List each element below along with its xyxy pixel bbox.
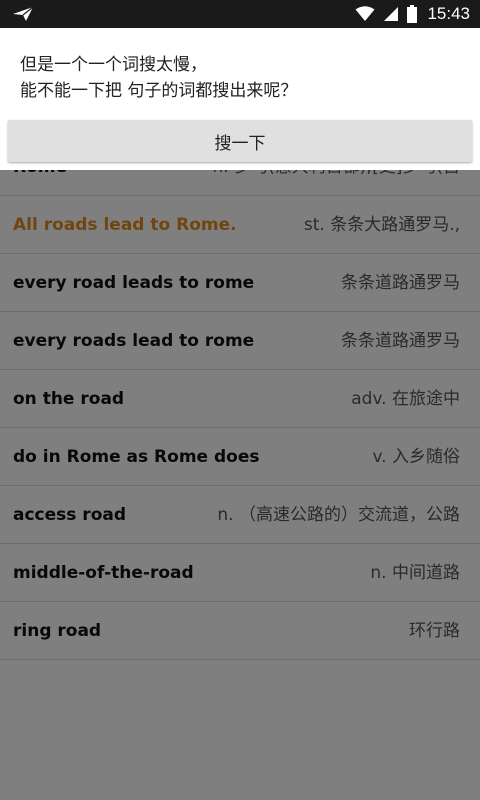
- result-english: access road: [13, 505, 127, 525]
- list-item[interactable]: access road n. （高速公路的）交流道，公路: [0, 486, 480, 544]
- result-english: every roads lead to rome: [13, 331, 255, 351]
- search-once-button[interactable]: 搜一下: [8, 120, 472, 162]
- result-english: every road leads to rome: [13, 273, 255, 293]
- result-chinese: 环行路: [409, 621, 460, 641]
- tip-line-1: 但是一个一个词搜太慢，: [20, 55, 207, 75]
- app-send-icon: [12, 5, 34, 23]
- result-chinese: v. 入乡随俗: [372, 447, 460, 467]
- result-chinese: 条条道路通罗马: [341, 331, 460, 351]
- results-list: Rome n. 罗马(意大利首都);[史]罗马(古 All roads lead…: [0, 138, 480, 800]
- result-chinese: 条条道路通罗马: [341, 273, 460, 293]
- result-english: ring road: [13, 621, 102, 641]
- screen: 15:43 Rome n. 罗马(意大利首都);[史]罗马(古 All road…: [0, 0, 480, 800]
- result-english: All roads lead to Rome.: [13, 215, 237, 235]
- tip-message: 但是一个一个词搜太慢， 能不能一下把 句子的词都搜出来呢？: [20, 52, 460, 104]
- status-bar: 15:43: [0, 0, 480, 28]
- list-item[interactable]: do in Rome as Rome does v. 入乡随俗: [0, 428, 480, 486]
- signal-icon: [383, 6, 399, 22]
- result-chinese: n. （高速公路的）交流道，公路: [217, 505, 460, 525]
- result-english: on the road: [13, 389, 125, 409]
- status-time: 15:43: [427, 4, 470, 23]
- list-item[interactable]: middle-of-the-road n. 中间道路: [0, 544, 480, 602]
- list-item-highlighted[interactable]: All roads lead to Rome. st. 条条大路通罗马.,: [0, 196, 480, 254]
- result-chinese: n. 中间道路: [370, 563, 460, 583]
- tip-line-2: 能不能一下把 句子的词都搜出来呢？: [20, 81, 298, 101]
- result-english: middle-of-the-road: [13, 563, 194, 583]
- list-item[interactable]: every roads lead to rome 条条道路通罗马: [0, 312, 480, 370]
- battery-icon: [407, 5, 418, 23]
- result-chinese: st. 条条大路通罗马.,: [303, 215, 460, 235]
- wifi-icon: [355, 6, 375, 22]
- status-icons: 15:43: [355, 0, 470, 28]
- list-item[interactable]: ring road 环行路: [0, 602, 480, 660]
- result-chinese: adv. 在旅途中: [351, 389, 460, 409]
- list-item[interactable]: on the road adv. 在旅途中: [0, 370, 480, 428]
- tip-panel: 但是一个一个词搜太慢， 能不能一下把 句子的词都搜出来呢？ 搜一下: [0, 28, 480, 170]
- result-english: do in Rome as Rome does: [13, 447, 260, 467]
- list-item[interactable]: every road leads to rome 条条道路通罗马: [0, 254, 480, 312]
